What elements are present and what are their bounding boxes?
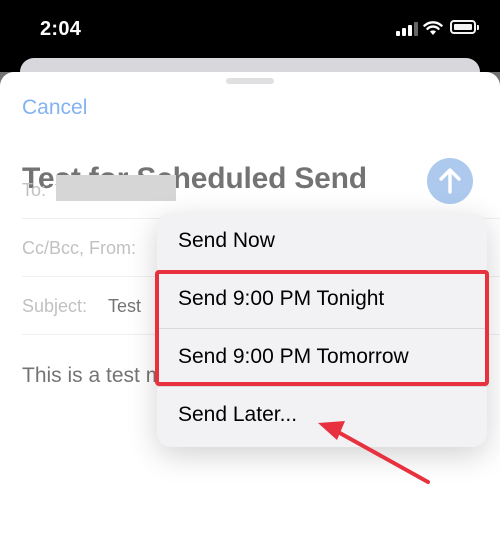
- annotation-arrow-icon: [318, 421, 430, 484]
